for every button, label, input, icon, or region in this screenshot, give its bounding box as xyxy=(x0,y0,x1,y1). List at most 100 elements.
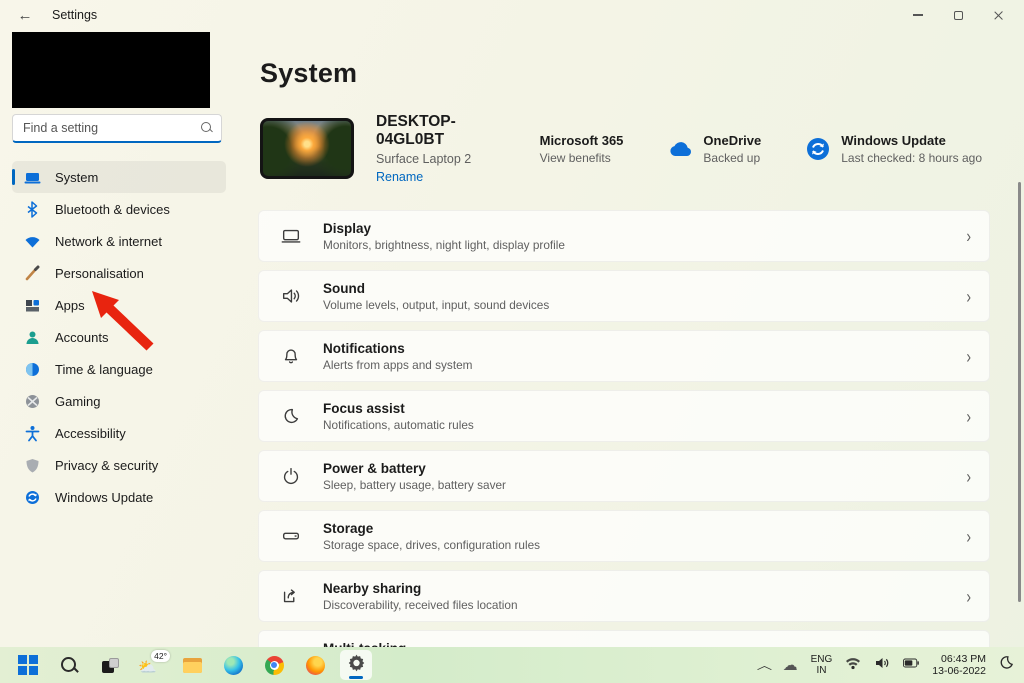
sidebar-item-label: Accounts xyxy=(55,330,108,345)
device-model: Surface Laptop 2 xyxy=(376,152,504,166)
xbox-icon xyxy=(24,393,41,410)
sidebar-item-accessibility[interactable]: Accessibility xyxy=(12,417,226,449)
wifi-tray-icon[interactable] xyxy=(845,655,861,676)
sidebar-item-personalisation[interactable]: Personalisation xyxy=(12,257,226,289)
taskbar-search-button[interactable] xyxy=(53,650,85,680)
sidebar-item-accounts[interactable]: Accounts xyxy=(12,321,226,353)
folder-icon xyxy=(183,658,202,673)
person-icon xyxy=(24,329,41,346)
battery-tray-icon[interactable] xyxy=(903,655,919,676)
redacted-account-block xyxy=(12,32,210,108)
search-input[interactable] xyxy=(23,121,193,135)
system-tray: ︿ ☁ ENG IN 06:43 PM 13-06-2022 xyxy=(759,653,1014,677)
maximize-icon xyxy=(954,11,963,20)
hidden-icons-chevron[interactable]: ︿ xyxy=(756,657,771,673)
window-title: Settings xyxy=(52,8,97,22)
sidebar-item-label: Gaming xyxy=(55,394,101,409)
sidebar: System Bluetooth & devices Network & int… xyxy=(0,30,240,647)
sidebar-item-system[interactable]: System xyxy=(12,161,226,193)
status-windows-update[interactable]: Windows Update Last checked: 8 hours ago xyxy=(805,133,982,165)
close-button[interactable] xyxy=(978,2,1018,28)
sidebar-item-apps[interactable]: Apps xyxy=(12,289,226,321)
chevron-right-icon: › xyxy=(966,285,971,307)
tray-date: 13-06-2022 xyxy=(932,665,986,677)
task-view-button[interactable] xyxy=(94,650,126,680)
onedrive-tray-icon[interactable]: ☁ xyxy=(783,656,798,674)
device-info: DESKTOP-04GL0BT Surface Laptop 2 Rename xyxy=(376,113,504,184)
edge-button[interactable] xyxy=(217,650,249,680)
shield-icon xyxy=(24,457,41,474)
weather-temperature: 42° xyxy=(151,650,170,662)
sidebar-item-network-internet[interactable]: Network & internet xyxy=(12,225,226,257)
row-title: Nearby sharing xyxy=(323,581,518,596)
settings-row-focus-assist[interactable]: Focus assistNotifications, automatic rul… xyxy=(258,390,990,442)
rename-link[interactable]: Rename xyxy=(376,170,504,184)
sidebar-item-time-language[interactable]: Time & language xyxy=(12,353,226,385)
status-subtitle: Last checked: 8 hours ago xyxy=(841,151,982,165)
titlebar: ← Settings xyxy=(0,0,1024,30)
row-subtitle: Volume levels, output, input, sound devi… xyxy=(323,298,549,312)
widgets-weather-button[interactable]: ⛅ 42° xyxy=(135,650,167,680)
file-explorer-button[interactable] xyxy=(176,650,208,680)
minimize-icon xyxy=(913,14,923,15)
clock-date-display[interactable]: 06:43 PM 13-06-2022 xyxy=(932,653,986,677)
bluetooth-icon xyxy=(24,201,41,218)
settings-list: DisplayMonitors, brightness, night light… xyxy=(258,210,1004,682)
device-wallpaper-thumbnail xyxy=(260,118,354,179)
settings-row-storage[interactable]: StorageStorage space, drives, configurat… xyxy=(258,510,990,562)
share-icon xyxy=(279,584,303,608)
settings-row-notifications[interactable]: Notifications Alerts from apps and system… xyxy=(258,330,990,382)
apps-icon xyxy=(24,297,41,314)
moon-icon xyxy=(279,404,303,428)
sidebar-item-label: Time & language xyxy=(55,362,153,377)
settings-row-display[interactable]: DisplayMonitors, brightness, night light… xyxy=(258,210,990,262)
firefox-button[interactable] xyxy=(299,650,331,680)
status-title: Microsoft 365 xyxy=(540,133,624,148)
status-microsoft-365[interactable]: Microsoft 365 View benefits xyxy=(504,133,624,165)
language-indicator[interactable]: ENG IN xyxy=(811,654,833,676)
sidebar-item-bluetooth-devices[interactable]: Bluetooth & devices xyxy=(12,193,226,225)
sidebar-item-privacy-security[interactable]: Privacy & security xyxy=(12,449,226,481)
row-title: Notifications xyxy=(323,341,472,356)
sidebar-item-gaming[interactable]: Gaming xyxy=(12,385,226,417)
device-name: DESKTOP-04GL0BT xyxy=(376,113,504,149)
windows-logo-icon xyxy=(18,655,38,675)
search-box[interactable] xyxy=(12,114,222,143)
language-code: ENG xyxy=(811,654,833,665)
sidebar-item-label: Windows Update xyxy=(55,490,153,505)
status-onedrive[interactable]: OneDrive Backed up xyxy=(667,133,761,165)
maximize-button[interactable] xyxy=(938,2,978,28)
settings-row-nearby-sharing[interactable]: Nearby sharingDiscoverability, received … xyxy=(258,570,990,622)
status-title: Windows Update xyxy=(841,133,982,148)
taskbar: ⛅ 42° ︿ ☁ ENG IN 06:43 PM 13-06-2022 xyxy=(0,647,1024,683)
drive-icon xyxy=(279,524,303,548)
system-icon xyxy=(24,169,41,186)
edge-icon xyxy=(224,656,243,675)
page-title: System xyxy=(260,58,1004,89)
scrollbar[interactable] xyxy=(1018,182,1021,602)
display-icon xyxy=(279,224,303,248)
firefox-icon xyxy=(306,656,325,675)
row-title: Power & battery xyxy=(323,461,506,476)
taskbar-icons: ⛅ 42° xyxy=(12,650,372,680)
start-button[interactable] xyxy=(12,650,44,680)
volume-tray-icon[interactable] xyxy=(874,655,890,676)
settings-row-power-battery[interactable]: Power & batterySleep, battery usage, bat… xyxy=(258,450,990,502)
settings-row-sound[interactable]: SoundVolume levels, output, input, sound… xyxy=(258,270,990,322)
chrome-button[interactable] xyxy=(258,650,290,680)
settings-app-button[interactable] xyxy=(340,650,372,680)
back-arrow-icon[interactable]: ← xyxy=(12,4,38,26)
status-subtitle: Backed up xyxy=(703,151,761,165)
window-controls xyxy=(898,2,1018,28)
minimize-button[interactable] xyxy=(898,2,938,28)
status-subtitle[interactable]: View benefits xyxy=(540,151,624,165)
sidebar-item-label: Privacy & security xyxy=(55,458,158,473)
row-subtitle: Alerts from apps and system xyxy=(323,358,472,372)
sidebar-item-windows-update[interactable]: Windows Update xyxy=(12,481,226,513)
update-icon xyxy=(24,489,41,506)
focus-assist-moon-icon[interactable] xyxy=(999,655,1014,675)
chevron-right-icon: › xyxy=(966,405,971,427)
brush-icon xyxy=(24,265,41,282)
bell-icon xyxy=(279,344,303,368)
row-subtitle: Notifications, automatic rules xyxy=(323,418,474,432)
